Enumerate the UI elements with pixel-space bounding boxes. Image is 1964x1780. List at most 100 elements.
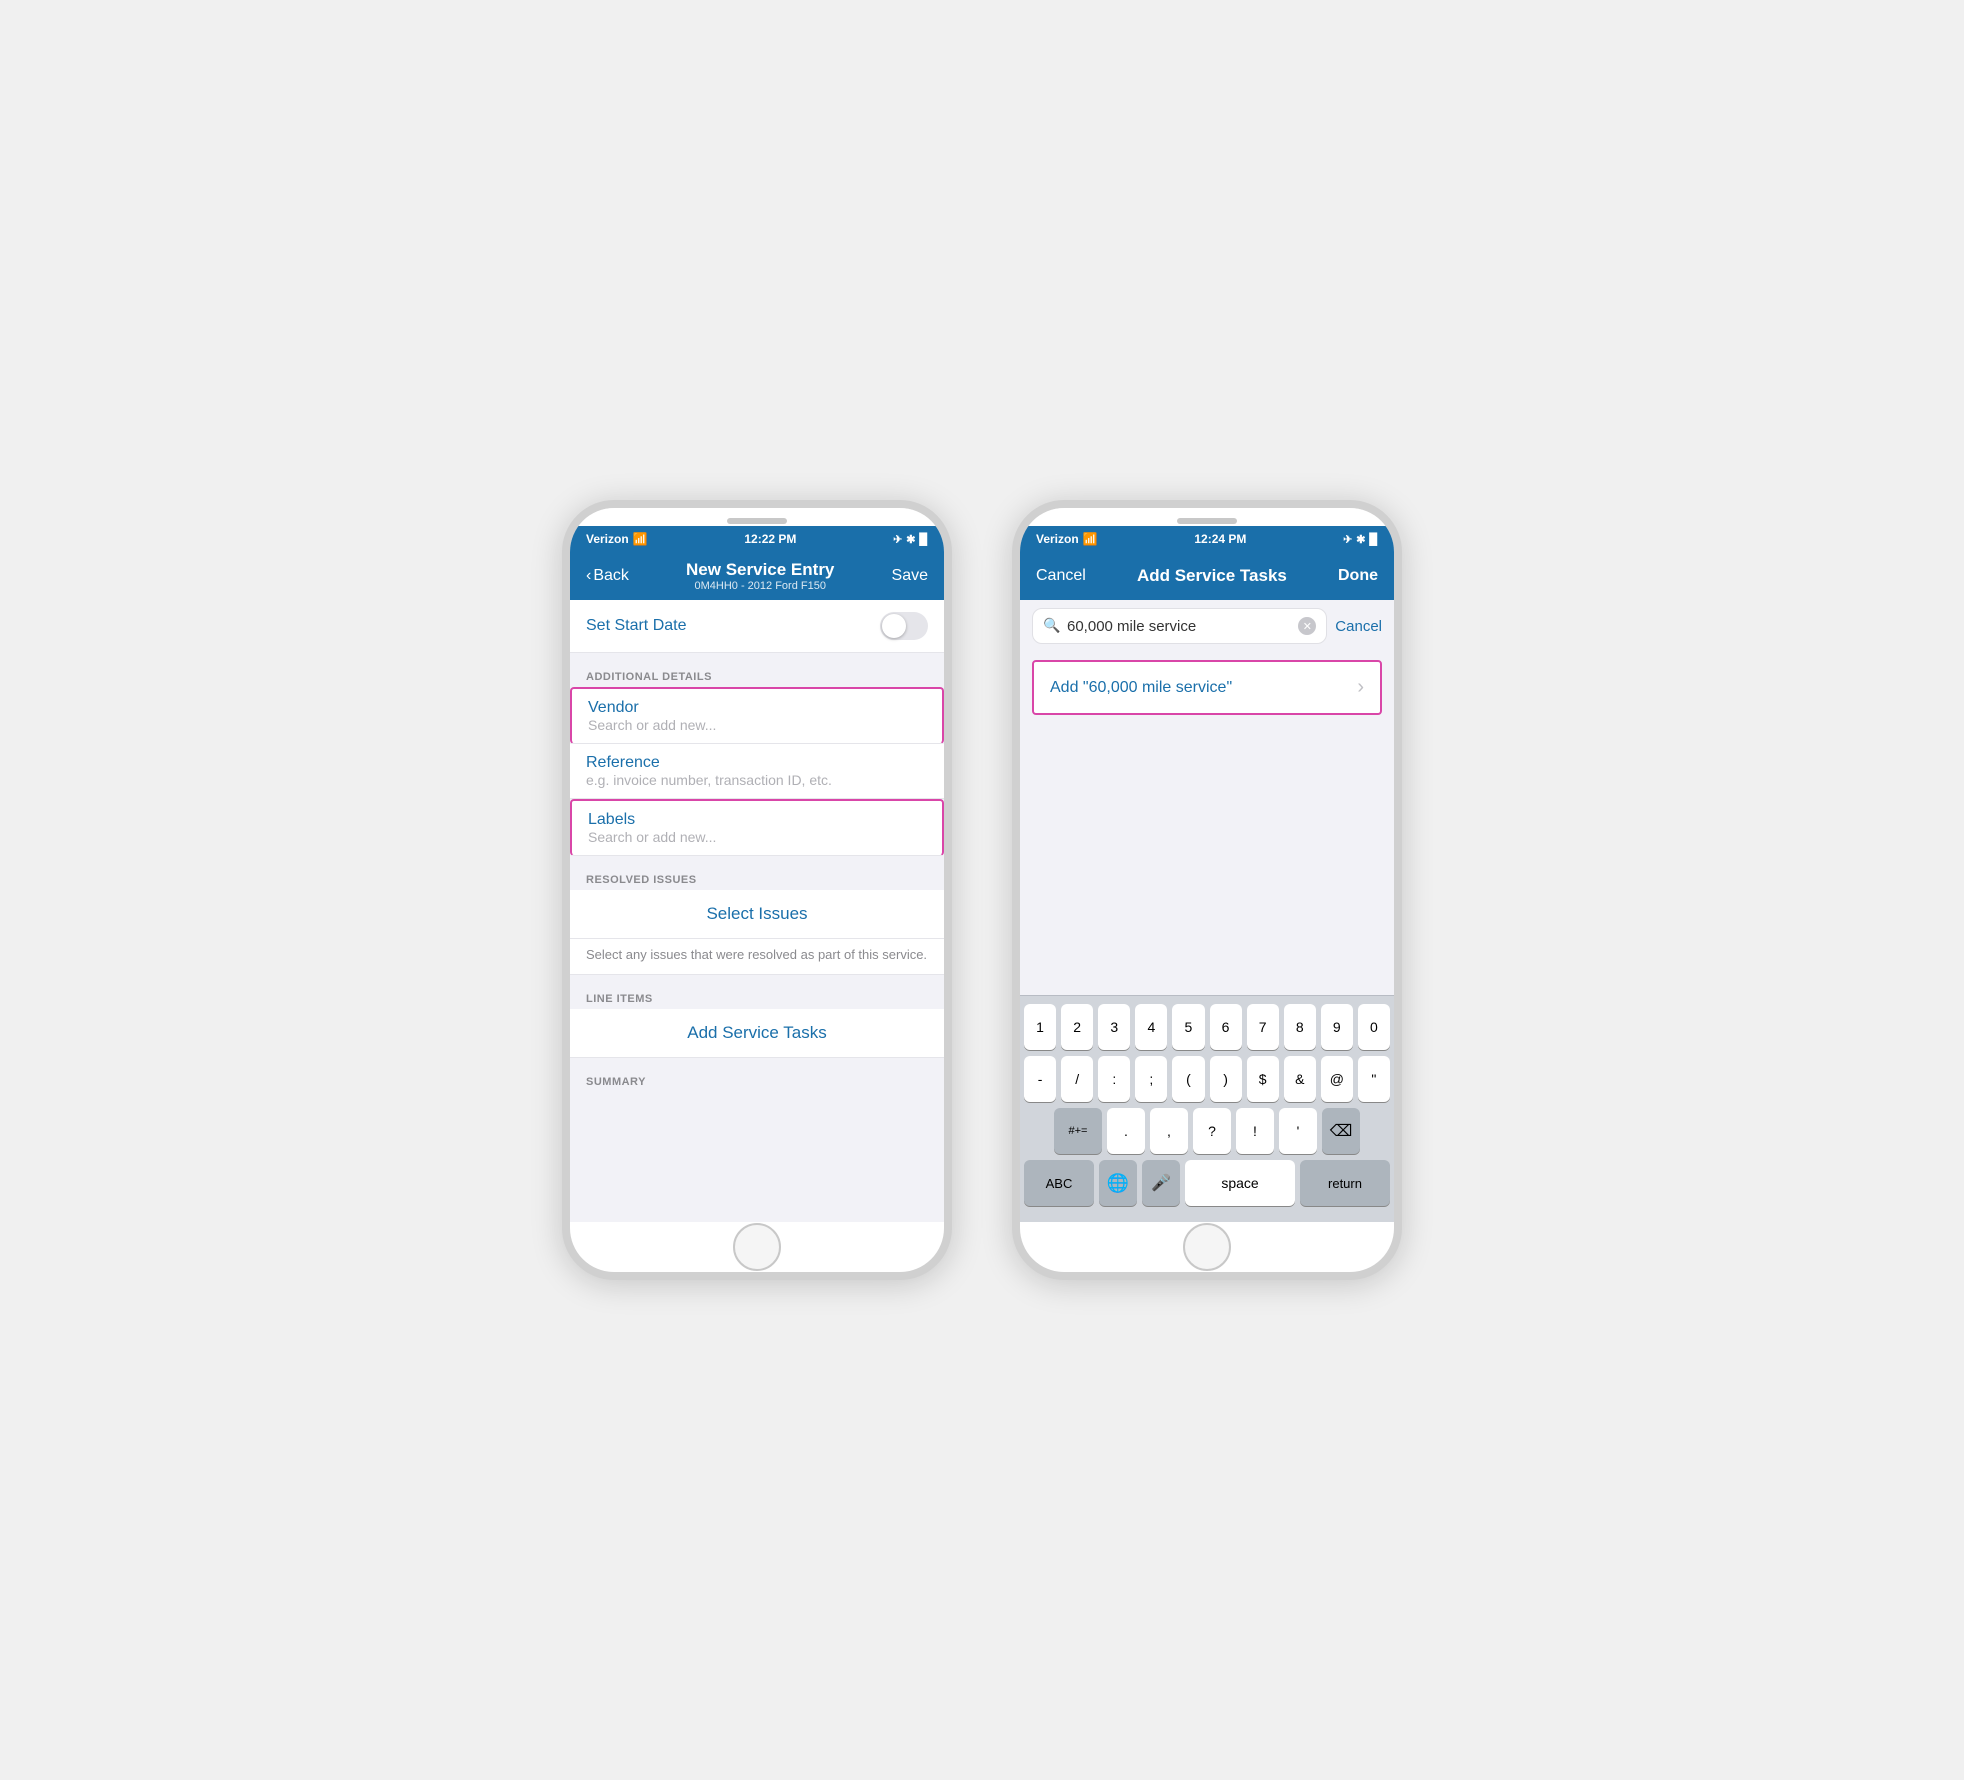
phone-2: Verizon 📶 12:24 PM ✈ ✱ ▉ Cancel Add Serv… [1012, 500, 1402, 1280]
key-at[interactable]: @ [1321, 1056, 1353, 1102]
labels-field[interactable]: Labels Search or add new... [570, 799, 944, 856]
nav-bar-2: Cancel Add Service Tasks Done [1020, 552, 1394, 600]
cancel-button[interactable]: Cancel [1036, 567, 1086, 585]
key-period[interactable]: . [1107, 1108, 1145, 1154]
battery-icon-1: ▉ [920, 533, 928, 546]
reference-label: Reference [586, 754, 928, 772]
status-bar-2: Verizon 📶 12:24 PM ✈ ✱ ▉ [1020, 526, 1394, 552]
key-globe[interactable]: 🌐 [1099, 1160, 1137, 1206]
chevron-left-icon: ‹ [586, 567, 591, 585]
vendor-field[interactable]: Vendor Search or add new... [570, 687, 944, 744]
home-button-2[interactable] [1183, 1223, 1231, 1271]
spacer-1 [570, 653, 944, 663]
key-5[interactable]: 5 [1172, 1004, 1204, 1050]
phone-top-notch [570, 508, 944, 526]
labels-label: Labels [588, 811, 926, 829]
phone-home-area-2 [1020, 1222, 1394, 1272]
phone-speaker-2 [1177, 518, 1237, 524]
key-quote[interactable]: " [1358, 1056, 1390, 1102]
select-issues-label: Select Issues [706, 904, 807, 923]
key-7[interactable]: 7 [1247, 1004, 1279, 1050]
nav-subtitle-1: 0M4HH0 - 2012 Ford F150 [629, 580, 892, 592]
direction-icon-2: ✈ [1343, 533, 1352, 546]
keyboard-row-bottom: ABC 🌐 🎤 space return [1024, 1160, 1390, 1206]
key-space[interactable]: space [1185, 1160, 1295, 1206]
key-slash[interactable]: / [1061, 1056, 1093, 1102]
keyboard-row-symbols: - / : ; ( ) $ & @ " [1024, 1056, 1390, 1102]
reference-placeholder: e.g. invoice number, transaction ID, etc… [586, 772, 928, 788]
select-issues-button[interactable]: Select Issues [570, 890, 944, 939]
key-exclaim[interactable]: ! [1236, 1108, 1274, 1154]
keyboard-row-numbers: 1 2 3 4 5 6 7 8 9 0 [1024, 1004, 1390, 1050]
key-return[interactable]: return [1300, 1160, 1390, 1206]
phone-1-content: Set Start Date ADDITIONAL DETAILS Vendor… [570, 600, 944, 1222]
start-date-row[interactable]: Set Start Date [570, 600, 944, 652]
resolved-issues-header: RESOLVED ISSUES [570, 866, 944, 890]
battery-icon-2: ▉ [1370, 533, 1378, 546]
labels-placeholder: Search or add new... [588, 829, 926, 845]
nav-title-2: Add Service Tasks [1086, 566, 1338, 586]
status-left-2: Verizon 📶 [1036, 532, 1098, 546]
search-icon: 🔍 [1043, 617, 1061, 635]
bluetooth-icon-1: ✱ [906, 533, 915, 546]
key-hashtag[interactable]: #+= [1054, 1108, 1102, 1154]
search-cancel-button[interactable]: Cancel [1335, 618, 1382, 635]
phone-speaker [727, 518, 787, 524]
save-button[interactable]: Save [892, 567, 928, 585]
key-question[interactable]: ? [1193, 1108, 1231, 1154]
phone-top-notch-2 [1020, 508, 1394, 526]
key-rparen[interactable]: ) [1210, 1056, 1242, 1102]
start-date-toggle[interactable] [880, 612, 928, 640]
key-colon[interactable]: : [1098, 1056, 1130, 1102]
search-clear-button[interactable]: ✕ [1298, 617, 1316, 635]
keyboard-row-more-symbols: #+= . , ? ! ' ⌫ [1024, 1108, 1390, 1154]
search-input-value[interactable]: 60,000 mile service [1067, 618, 1292, 635]
phone-1: Verizon 📶 12:22 PM ✈ ✱ ▉ ‹ Back New Serv… [562, 500, 952, 1280]
spacer-2 [570, 856, 944, 866]
nav-bar-1: ‹ Back New Service Entry 0M4HH0 - 2012 F… [570, 552, 944, 600]
keyboard: 1 2 3 4 5 6 7 8 9 0 - / : ; ( [1020, 995, 1394, 1222]
key-2[interactable]: 2 [1061, 1004, 1093, 1050]
key-apostrophe[interactable]: ' [1279, 1108, 1317, 1154]
key-mic[interactable]: 🎤 [1142, 1160, 1180, 1206]
search-bar[interactable]: 🔍 60,000 mile service ✕ [1032, 608, 1327, 644]
key-9[interactable]: 9 [1321, 1004, 1353, 1050]
vendor-label: Vendor [588, 699, 926, 717]
phone-2-content: 🔍 60,000 mile service ✕ Cancel Add "60,0… [1020, 600, 1394, 1222]
key-0[interactable]: 0 [1358, 1004, 1390, 1050]
add-result-row[interactable]: Add "60,000 mile service" › [1032, 660, 1382, 715]
back-button[interactable]: ‹ Back [586, 567, 629, 585]
key-semicolon[interactable]: ; [1135, 1056, 1167, 1102]
back-label: Back [593, 567, 629, 585]
key-abc[interactable]: ABC [1024, 1160, 1094, 1206]
chevron-right-icon: › [1357, 676, 1364, 699]
key-1[interactable]: 1 [1024, 1004, 1056, 1050]
wifi-icon-1: 📶 [633, 532, 648, 546]
add-result-text: Add "60,000 mile service" [1050, 679, 1232, 697]
key-6[interactable]: 6 [1210, 1004, 1242, 1050]
resolved-issues-helper: Select any issues that were resolved as … [570, 939, 944, 975]
add-service-tasks-button[interactable]: Add Service Tasks [570, 1009, 944, 1058]
key-3[interactable]: 3 [1098, 1004, 1130, 1050]
key-ampersand[interactable]: & [1284, 1056, 1316, 1102]
home-button-1[interactable] [733, 1223, 781, 1271]
nav-title-group-1: New Service Entry 0M4HH0 - 2012 Ford F15… [629, 560, 892, 592]
key-minus[interactable]: - [1024, 1056, 1056, 1102]
spacer-3 [570, 975, 944, 985]
toggle-thumb [882, 614, 906, 638]
key-8[interactable]: 8 [1284, 1004, 1316, 1050]
wifi-icon-2: 📶 [1083, 532, 1098, 546]
carrier-1: Verizon [586, 532, 629, 546]
key-backspace[interactable]: ⌫ [1322, 1108, 1360, 1154]
search-bar-container: 🔍 60,000 mile service ✕ Cancel [1020, 600, 1394, 652]
key-4[interactable]: 4 [1135, 1004, 1167, 1050]
add-service-tasks-label: Add Service Tasks [687, 1023, 827, 1042]
key-lparen[interactable]: ( [1172, 1056, 1204, 1102]
key-dollar[interactable]: $ [1247, 1056, 1279, 1102]
nav-title-group-2: Add Service Tasks [1086, 566, 1338, 586]
phone-home-area-1 [570, 1222, 944, 1272]
done-button[interactable]: Done [1338, 567, 1378, 585]
time-2: 12:24 PM [1194, 532, 1246, 546]
reference-field[interactable]: Reference e.g. invoice number, transacti… [570, 744, 944, 799]
key-comma[interactable]: , [1150, 1108, 1188, 1154]
